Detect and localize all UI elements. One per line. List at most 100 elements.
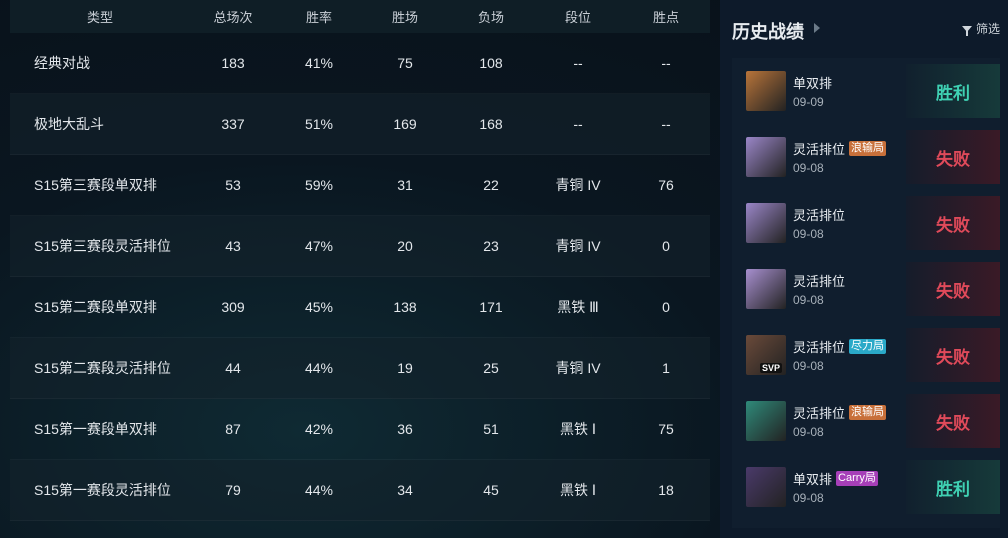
filter-button[interactable]: 筛选 [961,20,1000,37]
champion-avatar[interactable] [746,71,786,111]
match-result: 胜利 [906,64,1000,118]
cell-losses: 51 [483,421,499,437]
cell-rank: 黑铁 Ⅰ [559,482,597,498]
match-item[interactable]: 灵活排位 09-08 失败 [732,190,1000,256]
cell-wins: 31 [397,177,413,193]
performance-tag: Carry局 [836,470,878,486]
cell-wins: 138 [393,299,417,315]
cell-rank: 青铜 IV [555,238,601,254]
header-total[interactable]: 总场次 [190,7,276,26]
match-result: 失败 [906,328,1000,382]
match-date: 09-08 [793,227,824,241]
cell-total: 44 [225,360,241,376]
cell-losses: 45 [483,482,499,498]
cell-total: 53 [225,177,241,193]
cell-winrate: 59% [304,177,334,193]
match-info: 灵活排位 尽力局 09-08 [793,337,887,373]
cell-wins: 36 [397,421,413,437]
table-row[interactable]: S15第一赛段单双排 87 42% 36 51 黑铁 Ⅰ 75 [10,399,710,460]
header-winrate[interactable]: 胜率 [276,7,362,26]
match-item[interactable]: 灵活排位 浪输局 09-08 失败 [732,388,1000,454]
cell-lp: 1 [662,360,670,376]
match-history-panel: 历史战绩 筛选 单双排 09-09 胜利 灵活排位 浪输局 09-08 失败 灵活排位 09-0… [720,0,1008,538]
cell-total: 183 [221,55,245,71]
cell-rank: -- [573,55,583,71]
match-date: 09-08 [793,491,824,505]
match-mode-row: 单双排 [793,73,832,91]
match-item[interactable]: 单双排 Carry局 09-08 胜利 [732,454,1000,520]
match-mode: 灵活排位 [793,339,846,355]
match-info: 单双排 Carry局 09-08 [793,469,878,505]
match-mode-row: 单双排 Carry局 [793,469,878,487]
match-item[interactable]: 灵活排位 浪输局 09-08 失败 [732,124,1000,190]
match-result: 失败 [906,394,1000,448]
table-row[interactable]: S15第三赛段灵活排位 43 47% 20 23 青铜 IV 0 [10,216,710,277]
match-info: 灵活排位 浪输局 09-08 [793,403,887,439]
header-losses[interactable]: 负场 [448,7,534,26]
champion-avatar[interactable] [746,401,786,441]
cell-losses: 22 [483,177,499,193]
history-title[interactable]: 历史战绩 [732,18,804,44]
cell-winrate: 41% [304,55,334,71]
match-mode: 单双排 [793,75,833,91]
header-type[interactable]: 类型 [10,7,190,26]
match-item[interactable]: 单双排 09-09 胜利 [732,58,1000,124]
cell-wins: 20 [397,238,413,254]
chevron-right-icon[interactable] [814,23,820,33]
cell-winrate: 45% [304,299,334,315]
cell-lp: 0 [662,238,670,254]
cell-rank: -- [573,116,583,132]
stats-table: 类型 总场次 胜率 胜场 负场 段位 胜点 经典对战 183 41% 75 108 -- -… [10,0,710,538]
cell-type: S15第一赛段灵活排位 [34,482,171,498]
cell-losses: 25 [483,360,499,376]
filter-label: 筛选 [975,22,1000,36]
match-item[interactable]: 灵活排位 09-08 失败 [732,256,1000,322]
table-header: 类型 总场次 胜率 胜场 负场 段位 胜点 [10,0,710,33]
match-mode: 灵活排位 [793,273,846,289]
cell-total: 79 [225,482,241,498]
match-info: 灵活排位 浪输局 09-08 [793,139,887,175]
match-mode-row: 灵活排位 尽力局 [793,337,887,355]
match-mode: 灵活排位 [793,405,846,421]
cell-winrate: 51% [304,116,334,132]
cell-type: S15第二赛段灵活排位 [34,360,171,376]
match-mode: 灵活排位 [793,207,846,223]
match-mode-row: 灵活排位 浪输局 [793,139,887,157]
cell-rank: 青铜 IV [555,360,601,376]
match-result: 失败 [906,130,1000,184]
performance-tag: 浪输局 [849,140,887,156]
match-mode: 单双排 [793,471,833,487]
champion-avatar[interactable] [746,269,786,309]
cell-lp: -- [661,116,671,132]
header-wins[interactable]: 胜场 [362,7,448,26]
match-mode-row: 灵活排位 [793,271,845,289]
table-row[interactable]: S15第三赛段单双排 53 59% 31 22 青铜 IV 76 [10,155,710,216]
cell-lp: 18 [658,482,674,498]
cell-total: 309 [221,299,245,315]
cell-wins: 169 [393,116,417,132]
table-row[interactable]: 极地大乱斗 337 51% 169 168 -- -- [10,94,710,155]
cell-losses: 171 [479,299,503,315]
table-row[interactable]: S15第二赛段单双排 309 45% 138 171 黑铁 Ⅲ 0 [10,277,710,338]
cell-type: S15第一赛段单双排 [34,421,157,437]
svp-badge: SVP [760,363,783,373]
match-item[interactable]: SVP 灵活排位 尽力局 09-08 失败 [732,322,1000,388]
header-rank[interactable]: 段位 [534,7,622,26]
champion-avatar[interactable] [746,203,786,243]
cell-rank: 黑铁 Ⅰ [559,421,597,437]
cell-losses: 23 [483,238,499,254]
table-row[interactable]: S15第二赛段灵活排位 44 44% 19 25 青铜 IV 1 [10,338,710,399]
table-row[interactable]: 经典对战 183 41% 75 108 -- -- [10,33,710,94]
cell-total: 337 [221,116,245,132]
champion-avatar[interactable] [746,137,786,177]
cell-type: S15第三赛段单双排 [34,177,157,193]
cell-lp: -- [661,55,671,71]
cell-losses: 108 [479,55,503,71]
cell-wins: 19 [397,360,413,376]
table-row[interactable]: S15第一赛段灵活排位 79 44% 34 45 黑铁 Ⅰ 18 [10,460,710,521]
header-lp[interactable]: 胜点 [622,7,710,26]
cell-rank: 青铜 IV [555,177,601,193]
champion-avatar[interactable] [746,467,786,507]
match-date: 09-08 [793,359,824,373]
champion-avatar[interactable]: SVP [746,335,786,375]
